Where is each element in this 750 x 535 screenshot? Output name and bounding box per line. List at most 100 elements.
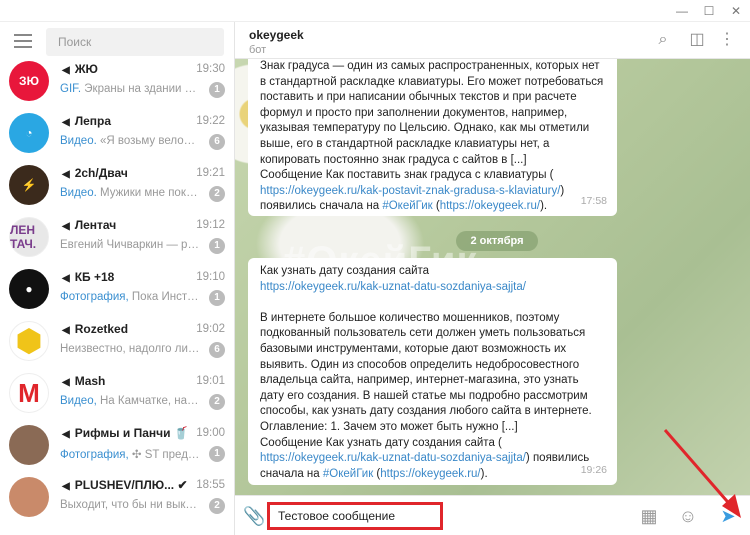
message-text: ).: [540, 200, 548, 213]
chat-avatar: ●: [9, 269, 49, 309]
chat-list[interactable]: ЗЮ ◀ ЖЮ 19:30 GIF. Экраны на здании со...…: [0, 56, 234, 524]
chat-name: ◀ Лепра: [62, 114, 111, 128]
unread-badge: 1: [209, 446, 225, 462]
channel-icon: ◀: [62, 169, 70, 180]
emoji-icon[interactable]: ☺: [677, 505, 699, 527]
preview-text: На Камчатке, на п...: [96, 395, 200, 407]
message-text: В интернете большое количество мошеннико…: [260, 311, 592, 433]
channel-icon: ◀: [62, 117, 70, 128]
preview-kind: Фотография,: [60, 449, 129, 461]
preview-text: Выходит, что бы ни выки...: [60, 499, 200, 511]
sidebar: ЗЮ ◀ ЖЮ 19:30 GIF. Экраны на здании со...…: [0, 22, 235, 535]
chat-time: 19:10: [196, 271, 225, 283]
channel-icon: ◀: [62, 273, 70, 284]
preview-text: Евгений Чичваркин — ро...: [60, 239, 200, 251]
paperclip-icon[interactable]: 📎: [243, 506, 265, 527]
chat-list-item[interactable]: ЗЮ ◀ ЖЮ 19:30 GIF. Экраны на здании со...…: [0, 56, 234, 108]
message-time: 17:58: [580, 195, 607, 208]
chat-avatar: ЗЮ: [9, 61, 49, 101]
channel-icon: ◀: [62, 481, 70, 492]
preview-text: Мужики мне пока...: [96, 187, 200, 199]
chat-name: ◀ Rozetked: [62, 322, 128, 336]
chat-time: 18:55: [196, 479, 225, 491]
chat-name-text: Рифмы и Панчи 🥤: [74, 426, 189, 440]
site-link[interactable]: https://okeygeek.ru/: [440, 200, 540, 212]
chat-time: 19:30: [196, 63, 225, 75]
chat-preview: Видео. «Я возьму велосип...: [60, 135, 200, 147]
message-text: ).: [480, 467, 488, 480]
preview-text: Неизвестно, надолго ли, ...: [60, 343, 200, 355]
preview-kind: Видео,: [60, 395, 97, 407]
maximize-button[interactable]: ☐: [697, 2, 721, 20]
message-input[interactable]: [267, 502, 443, 530]
preview-kind: Видео.: [60, 187, 97, 199]
chat-title[interactable]: okeygeek: [249, 28, 304, 42]
chat-preview: Видео, На Камчатке, на п...: [60, 395, 200, 407]
message-title: Как узнать дату создания сайта: [260, 265, 430, 277]
chat-name: ◀ Лентач: [62, 218, 116, 232]
unread-badge: 2: [209, 394, 225, 410]
composer: 📎 ▦ ☺ ➤: [235, 495, 750, 535]
send-icon[interactable]: ➤: [717, 505, 739, 527]
message-link[interactable]: https://okeygeek.ru/kak-postavit-znak-gr…: [260, 185, 560, 197]
chat-name: ◀ Mash: [62, 374, 105, 388]
preview-kind: GIF.: [60, 83, 82, 95]
hashtag-link[interactable]: #ОкейГик: [323, 468, 373, 480]
chat-name-text: ЖЮ: [74, 62, 98, 76]
hamburger-menu-icon[interactable]: [14, 34, 32, 48]
message-area[interactable]: Знак градуса — один из самых распростран…: [235, 59, 750, 495]
chat-list-item[interactable]: ◔ ◀ Лепра 19:22 Видео. «Я возьму велосип.…: [0, 108, 234, 160]
message-text: Знак градуса — один из самых распростран…: [260, 60, 604, 166]
sidebar-toggle-icon[interactable]: ◫: [687, 30, 707, 50]
channel-icon: ◀: [62, 377, 70, 388]
title-bar: — ☐ ✕: [0, 0, 750, 22]
search-input[interactable]: [46, 28, 224, 56]
chat-name: ◀ Рифмы и Панчи 🥤: [62, 426, 189, 440]
chat-list-item[interactable]: ● ◀ КБ +18 19:10 Фотография, Пока Инстас.…: [0, 264, 234, 316]
channel-icon: ◀: [62, 65, 70, 76]
channel-icon: ◀: [62, 325, 70, 336]
unread-badge: 1: [209, 238, 225, 254]
chat-list-item[interactable]: ◀ Рифмы и Панчи 🥤 19:00 Фотография, ✣ ST …: [0, 420, 234, 472]
chat-name-text: Лентач: [74, 218, 117, 232]
search-icon[interactable]: ⌕: [653, 30, 673, 50]
chat-status: бот: [249, 44, 267, 56]
preview-kind: Фотография,: [60, 291, 129, 303]
unread-badge: 1: [209, 82, 225, 98]
chat-avatar: ⬢: [9, 321, 49, 361]
chat-name: ◀ КБ +18: [62, 270, 114, 284]
message-source: Сообщение Как поставить знак градуса с к…: [260, 169, 554, 182]
hashtag-link[interactable]: #ОкейГик: [382, 200, 432, 212]
message-link[interactable]: https://okeygeek.ru/kak-uznat-datu-sozda…: [260, 281, 526, 293]
chat-list-item[interactable]: ⚡ ◀ 2ch/Двач 19:21 Видео. Мужики мне пока…: [0, 160, 234, 212]
chat-avatar: M: [9, 373, 49, 413]
preview-text: Экраны на здании со...: [81, 83, 200, 95]
chat-preview: Видео. Мужики мне пока...: [60, 187, 200, 199]
chat-name-text: Rozetked: [74, 322, 129, 336]
chat-time: 19:02: [196, 323, 225, 335]
minimize-button[interactable]: —: [670, 2, 694, 20]
message-link[interactable]: https://okeygeek.ru/kak-uznat-datu-sozda…: [260, 452, 526, 464]
preview-text: ✣ ST предс...: [128, 449, 200, 461]
chat-name-text: КБ +18: [74, 270, 115, 284]
bot-keyboard-icon[interactable]: ▦: [638, 505, 660, 527]
message-bubble: Как узнать дату создания сайта https://o…: [248, 258, 617, 485]
chat-preview: Фотография, Пока Инстас...: [60, 291, 200, 303]
chat-avatar: ◔: [9, 113, 49, 153]
chat-preview: Неизвестно, надолго ли, ...: [60, 343, 200, 355]
chat-list-item[interactable]: M ◀ Mash 19:01 Видео, На Камчатке, на п..…: [0, 368, 234, 420]
chat-avatar: [9, 425, 49, 465]
chat-list-item[interactable]: ЛЕН ТАЧ. ◀ Лентач 19:12 Евгений Чичваркин…: [0, 212, 234, 264]
chat-preview: Евгений Чичваркин — ро...: [60, 239, 200, 251]
chat-list-item[interactable]: ⬢ ◀ Rozetked 19:02 Неизвестно, надолго ли…: [0, 316, 234, 368]
chat-time: 19:00: [196, 427, 225, 439]
close-button[interactable]: ✕: [724, 2, 748, 20]
chat-name-text: PLUSHEV/ПЛЮ... ✔: [74, 478, 188, 492]
site-link[interactable]: https://okeygeek.ru/: [380, 468, 480, 480]
chat-list-item[interactable]: ◀ PLUSHEV/ПЛЮ... ✔ 18:55 Выходит, что бы …: [0, 472, 234, 524]
message-source: Сообщение Как узнать дату создания сайта…: [260, 436, 502, 449]
chat-time: 19:21: [196, 167, 225, 179]
chat-name: ◀ 2ch/Двач: [62, 166, 128, 180]
chat-preview: GIF. Экраны на здании со...: [60, 83, 200, 95]
more-options-icon[interactable]: ⋮: [717, 30, 737, 50]
